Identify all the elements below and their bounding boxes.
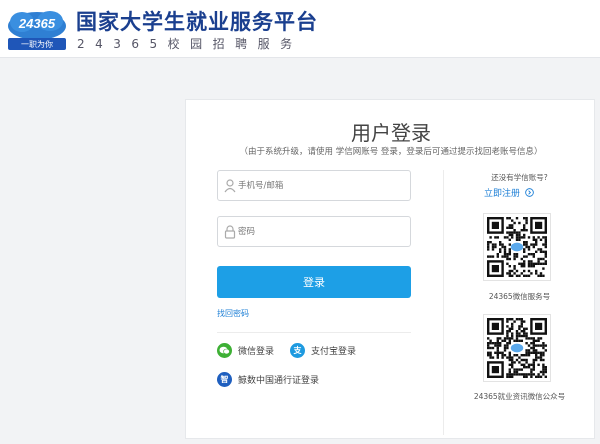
top-header: 24365 一职为你 国家大学生就业服务平台 24365校园招聘服务 (0, 0, 600, 58)
login-card: 用户登录 （由于系统升级，请使用 学信网账号 登录，登录后可通过提示找回老账号信… (185, 99, 595, 439)
site-subtitle: 24365校园招聘服务 (77, 37, 303, 51)
logo-slogan: 一职为你 (21, 40, 53, 49)
alipay-login-label: 支付宝登录 (311, 347, 357, 357)
wechat-login[interactable]: 微信登录 (217, 343, 274, 358)
register-question: 还没有学信账号? (491, 173, 548, 182)
password-input[interactable] (238, 217, 406, 246)
qr-code-icon (487, 217, 547, 277)
wechat-service-qr-label: 24365微信服务号 (488, 292, 551, 301)
user-icon (224, 179, 236, 193)
forgot-password-link[interactable]: 找回密码 (217, 308, 249, 319)
gov-pass-login-label: 鲸数中国通行证登录 (238, 376, 320, 386)
arrow-circle-icon (525, 188, 534, 197)
password-field[interactable] (217, 216, 411, 247)
register-link-label: 立即注册 (484, 189, 521, 199)
site-logo[interactable]: 24365 一职为你 (6, 8, 68, 52)
login-button[interactable]: 登录 (217, 266, 411, 298)
logo-number: 24365 (18, 16, 56, 31)
wechat-news-qr-label: 24365就业资讯微信公众号 (473, 392, 566, 401)
wechat-login-label: 微信登录 (238, 347, 275, 357)
qr-code-icon (487, 318, 547, 378)
wechat-icon (217, 343, 232, 358)
gov-pass-login[interactable]: 智 鲸数中国通行证登录 (217, 372, 319, 387)
upgrade-notice: （由于系统升级，请使用 学信网账号 登录，登录后可通过提示找回老账号信息） (239, 147, 543, 157)
alipay-icon: 支 (290, 343, 305, 358)
wechat-news-qr (483, 314, 551, 382)
username-field[interactable] (217, 170, 411, 201)
register-link[interactable]: 立即注册 (484, 186, 534, 199)
gov-pass-icon: 智 (217, 372, 232, 387)
site-title: 国家大学生就业服务平台 (76, 10, 318, 34)
divider (217, 332, 411, 333)
wechat-service-qr (483, 213, 551, 281)
username-input[interactable] (238, 171, 406, 200)
lock-icon (224, 225, 236, 239)
login-title: 用户登录 (351, 121, 431, 145)
alipay-login[interactable]: 支 支付宝登录 (290, 343, 356, 358)
